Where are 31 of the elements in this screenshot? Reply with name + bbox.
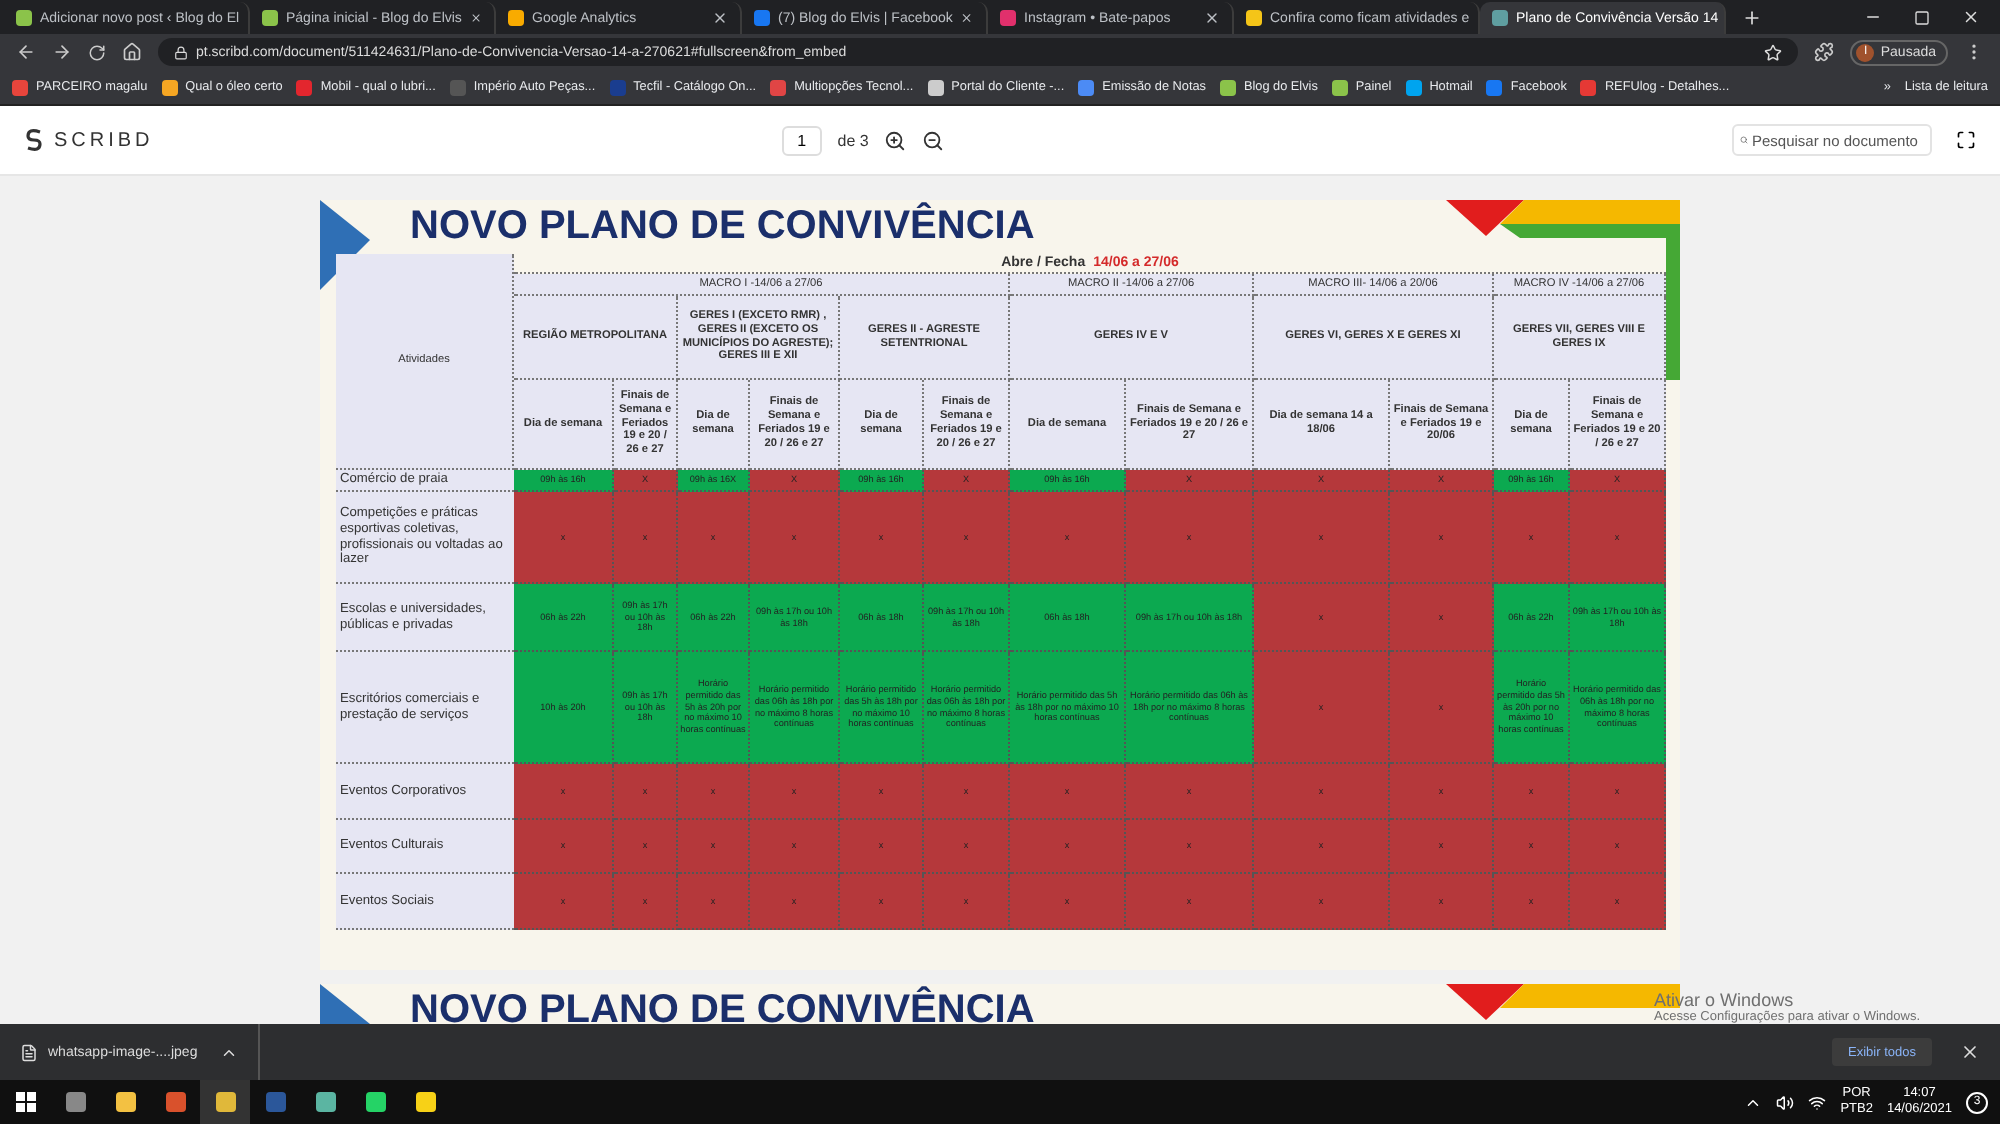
zoom-out-icon[interactable] <box>922 129 945 151</box>
network-icon[interactable] <box>1808 1093 1827 1111</box>
maximize-icon[interactable] <box>1914 9 1930 25</box>
document-title: NOVO PLANO DE CONVIVÊNCIA <box>410 200 1035 252</box>
new-tab-icon[interactable] <box>1742 8 1762 28</box>
triangle-drawing <box>320 984 370 1024</box>
search-icon <box>1740 132 1748 148</box>
page-number-field[interactable]: 1 <box>781 125 822 155</box>
home-icon[interactable] <box>122 42 142 62</box>
edge-stripe-drawing <box>1666 238 1680 380</box>
zoom-in-icon[interactable] <box>884 129 907 151</box>
close-icon[interactable] <box>1204 10 1220 26</box>
close-icon[interactable] <box>712 10 728 26</box>
close-icon[interactable] <box>960 10 974 26</box>
scribd-logo[interactable]: SCRIBD <box>24 128 154 152</box>
extensions-icon[interactable] <box>1814 42 1835 62</box>
back-icon[interactable] <box>16 42 36 62</box>
reload-icon[interactable] <box>88 43 106 61</box>
triangle-drawing <box>320 200 370 290</box>
forward-icon[interactable] <box>52 42 72 62</box>
document-title: NOVO PLANO DE CONVIVÊNCIA <box>410 984 1035 1024</box>
volume-icon[interactable] <box>1776 1093 1795 1111</box>
fullscreen-icon[interactable] <box>1956 130 1976 150</box>
star-icon[interactable] <box>1764 43 1783 61</box>
close-icon[interactable] <box>469 10 482 26</box>
lock-icon <box>174 45 188 59</box>
page-total: de 3 <box>837 131 869 149</box>
logo-icon <box>24 128 44 152</box>
close-icon[interactable] <box>1962 8 1980 26</box>
close-icon[interactable] <box>1960 1042 1980 1062</box>
file-icon <box>20 1043 38 1061</box>
